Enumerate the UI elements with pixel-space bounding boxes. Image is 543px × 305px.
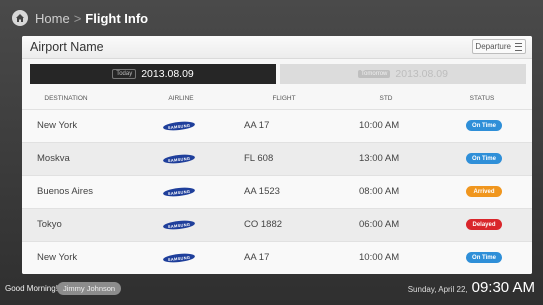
current-time: 09:30 AM bbox=[471, 279, 535, 296]
flight-cell: AA 17 bbox=[244, 252, 270, 263]
airline-logo: SAMSUNG bbox=[162, 120, 196, 132]
today-badge: Today bbox=[112, 69, 137, 79]
page-title: Flight Info bbox=[85, 11, 149, 26]
airline-logo: SAMSUNG bbox=[162, 186, 196, 198]
today-date: 2013.08.09 bbox=[141, 68, 194, 80]
status-badge: Arrived bbox=[466, 186, 502, 197]
column-header-airline: AIRLINE bbox=[168, 95, 194, 102]
date-time: Sunday, April 22, 09:30 AM bbox=[408, 279, 535, 296]
airline-logo: SAMSUNG bbox=[162, 153, 196, 165]
breadcrumb-separator: > bbox=[73, 11, 82, 26]
destination-cell: Tokyo bbox=[37, 219, 62, 230]
std-cell: 10:00 AM bbox=[359, 252, 400, 263]
status-badge: On Time bbox=[466, 120, 502, 131]
column-header-status: STATUS bbox=[469, 95, 495, 102]
flight-info-panel: Airport Name Departure Today 2013.08.09 … bbox=[22, 36, 532, 274]
departure-button[interactable]: Departure bbox=[472, 39, 526, 54]
flight-cell: FL 608 bbox=[244, 153, 274, 164]
top-bar: Home > Flight Info bbox=[0, 0, 543, 38]
table-row[interactable]: New York SAMSUNG AA 17 10:00 AM On Time bbox=[22, 241, 532, 274]
column-header-flight: FLIGHT bbox=[272, 95, 296, 102]
std-cell: 10:00 AM bbox=[359, 120, 400, 131]
status-badge: Delayed bbox=[466, 219, 502, 230]
greeting: Good Morning! bbox=[5, 284, 58, 293]
current-date: Sunday, April 22, bbox=[407, 285, 468, 294]
menu-icon bbox=[515, 42, 522, 51]
status-badge: On Time bbox=[466, 153, 502, 164]
tab-today[interactable]: Today 2013.08.09 bbox=[30, 64, 276, 84]
departure-label: Departure bbox=[475, 42, 511, 51]
airline-logo: SAMSUNG bbox=[162, 219, 196, 231]
breadcrumb-home[interactable]: Home bbox=[35, 11, 70, 26]
column-header-std: STD bbox=[379, 95, 393, 102]
flight-table: New York SAMSUNG AA 17 10:00 AM On Time … bbox=[22, 109, 532, 274]
table-row[interactable]: Moskva SAMSUNG FL 608 13:00 AM On Time bbox=[22, 142, 532, 175]
column-header-destination: DESTINATION bbox=[44, 95, 88, 102]
airport-name: Airport Name bbox=[30, 40, 104, 54]
home-icon[interactable] bbox=[12, 10, 28, 26]
tomorrow-date: 2013.08.09 bbox=[395, 68, 448, 80]
std-cell: 06:00 AM bbox=[359, 219, 400, 230]
table-row[interactable]: New York SAMSUNG AA 17 10:00 AM On Time bbox=[22, 109, 532, 142]
flight-cell: AA 17 bbox=[244, 120, 270, 131]
destination-cell: New York bbox=[37, 120, 78, 131]
std-cell: 08:00 AM bbox=[359, 186, 400, 197]
panel-header: Airport Name Departure bbox=[22, 36, 532, 59]
tab-tomorrow[interactable]: Tomorrow 2013.08.09 bbox=[280, 64, 526, 84]
user-name[interactable]: Jimmy Johnson bbox=[57, 282, 122, 295]
flight-cell: CO 1882 bbox=[244, 219, 283, 230]
airline-logo: SAMSUNG bbox=[162, 252, 196, 264]
std-cell: 13:00 AM bbox=[359, 153, 400, 164]
bottom-bar: Good Morning! Jimmy Johnson Sunday, Apri… bbox=[0, 274, 543, 305]
breadcrumb: Home > Flight Info bbox=[35, 11, 148, 26]
table-row[interactable]: Buenos Aires SAMSUNG AA 1523 08:00 AM Ar… bbox=[22, 175, 532, 208]
table-row[interactable]: Tokyo SAMSUNG CO 1882 06:00 AM Delayed bbox=[22, 208, 532, 241]
destination-cell: Buenos Aires bbox=[37, 186, 93, 197]
flight-cell: AA 1523 bbox=[244, 186, 280, 197]
destination-cell: New York bbox=[37, 252, 78, 263]
destination-cell: Moskva bbox=[37, 153, 70, 164]
tomorrow-badge: Tomorrow bbox=[358, 70, 391, 78]
status-badge: On Time bbox=[466, 252, 502, 263]
